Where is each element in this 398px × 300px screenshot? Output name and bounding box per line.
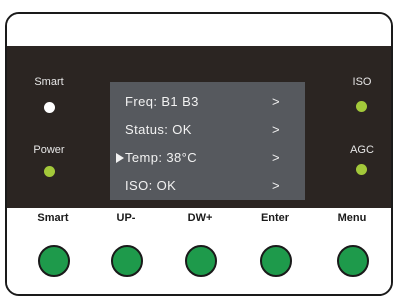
enter-button-label: Enter — [260, 212, 290, 224]
smart-indicator-label: Smart — [34, 76, 64, 88]
power-led-icon — [44, 166, 55, 177]
iso-led-icon — [356, 101, 367, 112]
up-button-label: UP- — [116, 212, 136, 224]
down-button[interactable] — [185, 245, 217, 277]
down-button-label: DW+ — [187, 212, 213, 224]
up-button[interactable] — [111, 245, 143, 277]
lcd-row-text: Freq: B1 B3 — [125, 94, 199, 109]
lcd-row-freq[interactable]: Freq: B1 B3 > — [110, 94, 305, 116]
lcd-screen: Freq: B1 B3 > Status: OK > Temp: 38°C > … — [110, 82, 305, 200]
chevron-right-icon: > — [272, 94, 280, 109]
iso-indicator-label: ISO — [352, 76, 372, 88]
lcd-row-status[interactable]: Status: OK > — [110, 122, 305, 144]
lcd-row-text: Status: OK — [125, 122, 192, 137]
smart-button[interactable] — [38, 245, 70, 277]
smart-led-icon — [44, 102, 55, 113]
control-panel: Smart Power Freq: B1 B3 > Status: OK > T… — [7, 46, 391, 208]
menu-button-label: Menu — [337, 212, 367, 224]
chevron-right-icon: > — [272, 122, 280, 137]
agc-indicator-label: AGC — [350, 144, 374, 156]
selection-cursor-icon — [116, 153, 124, 163]
lcd-row-iso[interactable]: ISO: OK > — [110, 178, 305, 200]
agc-led-icon — [356, 164, 367, 175]
lcd-row-text: ISO: OK — [125, 178, 177, 193]
chevron-right-icon: > — [272, 178, 280, 193]
top-strip — [7, 14, 391, 46]
lcd-row-temp[interactable]: Temp: 38°C > — [110, 150, 305, 172]
lcd-row-text: Temp: 38°C — [125, 150, 198, 165]
smart-button-label: Smart — [37, 212, 69, 224]
chevron-right-icon: > — [272, 150, 280, 165]
menu-button[interactable] — [337, 245, 369, 277]
power-indicator-label: Power — [33, 144, 65, 156]
enter-button[interactable] — [260, 245, 292, 277]
